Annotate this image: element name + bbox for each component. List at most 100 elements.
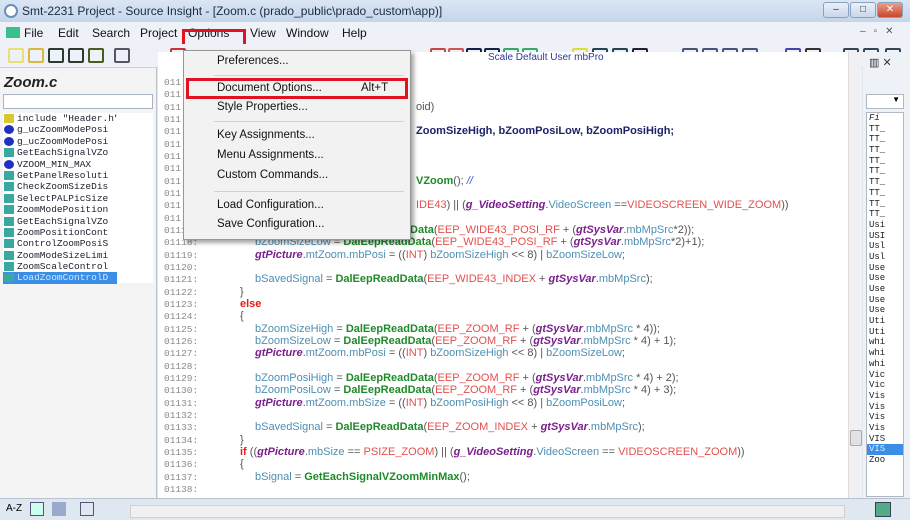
- relation-item[interactable]: Use: [867, 295, 903, 306]
- menu-window[interactable]: Window: [286, 26, 329, 40]
- menu-item-save-configuration[interactable]: Save Configuration...: [217, 218, 324, 230]
- relation-item[interactable]: Uti: [867, 316, 903, 327]
- relation-item[interactable]: Usi: [867, 220, 903, 231]
- list-view-icon[interactable]: [30, 502, 44, 516]
- relation-item[interactable]: Usl: [867, 241, 903, 252]
- relation-item[interactable]: VIS: [867, 434, 903, 445]
- var-icon: [4, 136, 14, 146]
- mdi-restore-button[interactable]: ▫: [874, 26, 886, 37]
- symbol-item[interactable]: GetPanelResoluti: [3, 170, 117, 181]
- menu-item-menu-assignments[interactable]: Menu Assignments...: [217, 149, 324, 161]
- close-button[interactable]: ✕: [877, 2, 903, 18]
- menu-project[interactable]: Project: [140, 26, 177, 40]
- relation-item[interactable]: whi: [867, 359, 903, 370]
- symbol-item[interactable]: g_ucZoomModePosi: [3, 124, 117, 135]
- symbol-item[interactable]: CheckZoomSizeDis: [3, 181, 117, 192]
- horizontal-scrollbar[interactable]: [130, 505, 845, 518]
- line-number: 01135:: [164, 446, 199, 458]
- relation-combo[interactable]: ▼: [866, 94, 904, 109]
- options-menu: Preferences... Document Options... Alt+T St…: [183, 50, 411, 240]
- relation-item[interactable]: whi: [867, 337, 903, 348]
- menu-search[interactable]: Search: [92, 26, 130, 40]
- relation-item[interactable]: Vis: [867, 412, 903, 423]
- var-icon: [4, 159, 14, 169]
- scrollbar-thumb[interactable]: [850, 430, 862, 446]
- menu-separator: [214, 121, 404, 122]
- menu-item-custom-commands[interactable]: Custom Commands...: [217, 169, 328, 181]
- code-line: else: [240, 297, 262, 310]
- toolbar-button[interactable]: [48, 48, 64, 63]
- relation-item[interactable]: Vis: [867, 423, 903, 434]
- relation-item[interactable]: Uti: [867, 327, 903, 338]
- func-icon: [4, 148, 14, 158]
- symbol-item[interactable]: GetEachSignalVZo: [3, 147, 117, 158]
- panel-icon[interactable]: [875, 502, 891, 517]
- maximize-button[interactable]: □: [850, 2, 876, 18]
- symbol-item[interactable]: LoadZoomControlD: [3, 272, 117, 284]
- minimize-button[interactable]: –: [823, 2, 849, 18]
- relation-item[interactable]: TT_: [867, 124, 903, 135]
- relation-item[interactable]: Vis: [867, 402, 903, 413]
- relation-item[interactable]: TT_: [867, 166, 903, 177]
- line-number: 01127:: [164, 348, 199, 360]
- symbol-item[interactable]: VZOOM_MIN_MAX: [3, 159, 117, 170]
- code-line: bZoomPosiHigh = DalEepReadData(EEP_ZOOM_…: [255, 371, 679, 384]
- relation-item[interactable]: Usl: [867, 252, 903, 263]
- relation-item[interactable]: Vic: [867, 370, 903, 381]
- toolbar-button[interactable]: [28, 48, 44, 63]
- mdi-controls[interactable]: –▫✕: [860, 26, 902, 37]
- menu-bar: File Edit Search Project Options View Window He…: [0, 22, 910, 50]
- toolbar-button[interactable]: [68, 48, 84, 63]
- menu-item-preferences[interactable]: Preferences...: [217, 55, 289, 67]
- symbol-name: GetPanelResoluti: [17, 169, 109, 181]
- menu-separator: [214, 191, 404, 192]
- category-icon[interactable]: [52, 502, 66, 516]
- relation-item[interactable]: Vic: [867, 380, 903, 391]
- menu-file[interactable]: File: [24, 26, 43, 40]
- line-number: 01125:: [164, 323, 199, 335]
- relation-item[interactable]: Use: [867, 273, 903, 284]
- relation-item[interactable]: TT_: [867, 145, 903, 156]
- relation-item[interactable]: Use: [867, 305, 903, 316]
- relation-item[interactable]: VIS: [867, 444, 903, 455]
- relation-item[interactable]: Vis: [867, 391, 903, 402]
- relation-item[interactable]: Use: [867, 263, 903, 274]
- symbol-item[interactable]: ControlZoomPosiS: [3, 238, 117, 249]
- relation-item[interactable]: Use: [867, 284, 903, 295]
- relation-item[interactable]: TT_: [867, 134, 903, 145]
- toolbar-button[interactable]: [88, 48, 104, 63]
- sort-az-button[interactable]: A-Z: [6, 503, 22, 514]
- mdi-minimize-button[interactable]: –: [860, 26, 874, 37]
- menu-item-style-properties[interactable]: Style Properties...: [217, 101, 308, 113]
- relation-item[interactable]: TT_: [867, 209, 903, 220]
- symbol-item[interactable]: include "Header.h": [3, 113, 117, 124]
- symbol-item[interactable]: ZoomModePosition: [3, 204, 117, 215]
- mdi-close-button[interactable]: ✕: [885, 26, 901, 37]
- symbol-filter-input[interactable]: [3, 94, 153, 109]
- relation-item[interactable]: USI: [867, 231, 903, 242]
- toolbar-button[interactable]: [114, 48, 130, 63]
- menu-item-load-configuration[interactable]: Load Configuration...: [217, 199, 324, 211]
- menu-view[interactable]: View: [250, 26, 276, 40]
- relation-item[interactable]: TT_: [867, 188, 903, 199]
- relation-item[interactable]: TT_: [867, 156, 903, 167]
- vertical-scrollbar[interactable]: [848, 52, 862, 498]
- line-number: 01130:: [164, 385, 199, 397]
- relation-item[interactable]: TT_: [867, 199, 903, 210]
- func-icon: [4, 182, 14, 192]
- grid-icon[interactable]: [80, 502, 94, 516]
- relation-item[interactable]: Zoo: [867, 455, 903, 466]
- symbol-item[interactable]: SelectPALPicSize: [3, 193, 117, 204]
- relation-item[interactable]: whi: [867, 348, 903, 359]
- symbol-item[interactable]: ZoomPositionCont: [3, 227, 117, 238]
- menu-help[interactable]: Help: [342, 26, 367, 40]
- menu-item-key-assignments[interactable]: Key Assignments...: [217, 129, 315, 141]
- menu-edit[interactable]: Edit: [58, 26, 79, 40]
- pin-close-icons[interactable]: ▥ ✕: [869, 56, 892, 69]
- relation-item[interactable]: TT_: [867, 177, 903, 188]
- symbol-item[interactable]: g_ucZoomModePosi: [3, 136, 117, 147]
- symbol-item[interactable]: ZoomModeSizeLimi: [3, 250, 117, 261]
- toolbar-button[interactable]: [8, 48, 24, 63]
- symbol-item[interactable]: GetEachSignalVZo: [3, 216, 117, 227]
- symbol-item[interactable]: ZoomScaleControl: [3, 261, 117, 272]
